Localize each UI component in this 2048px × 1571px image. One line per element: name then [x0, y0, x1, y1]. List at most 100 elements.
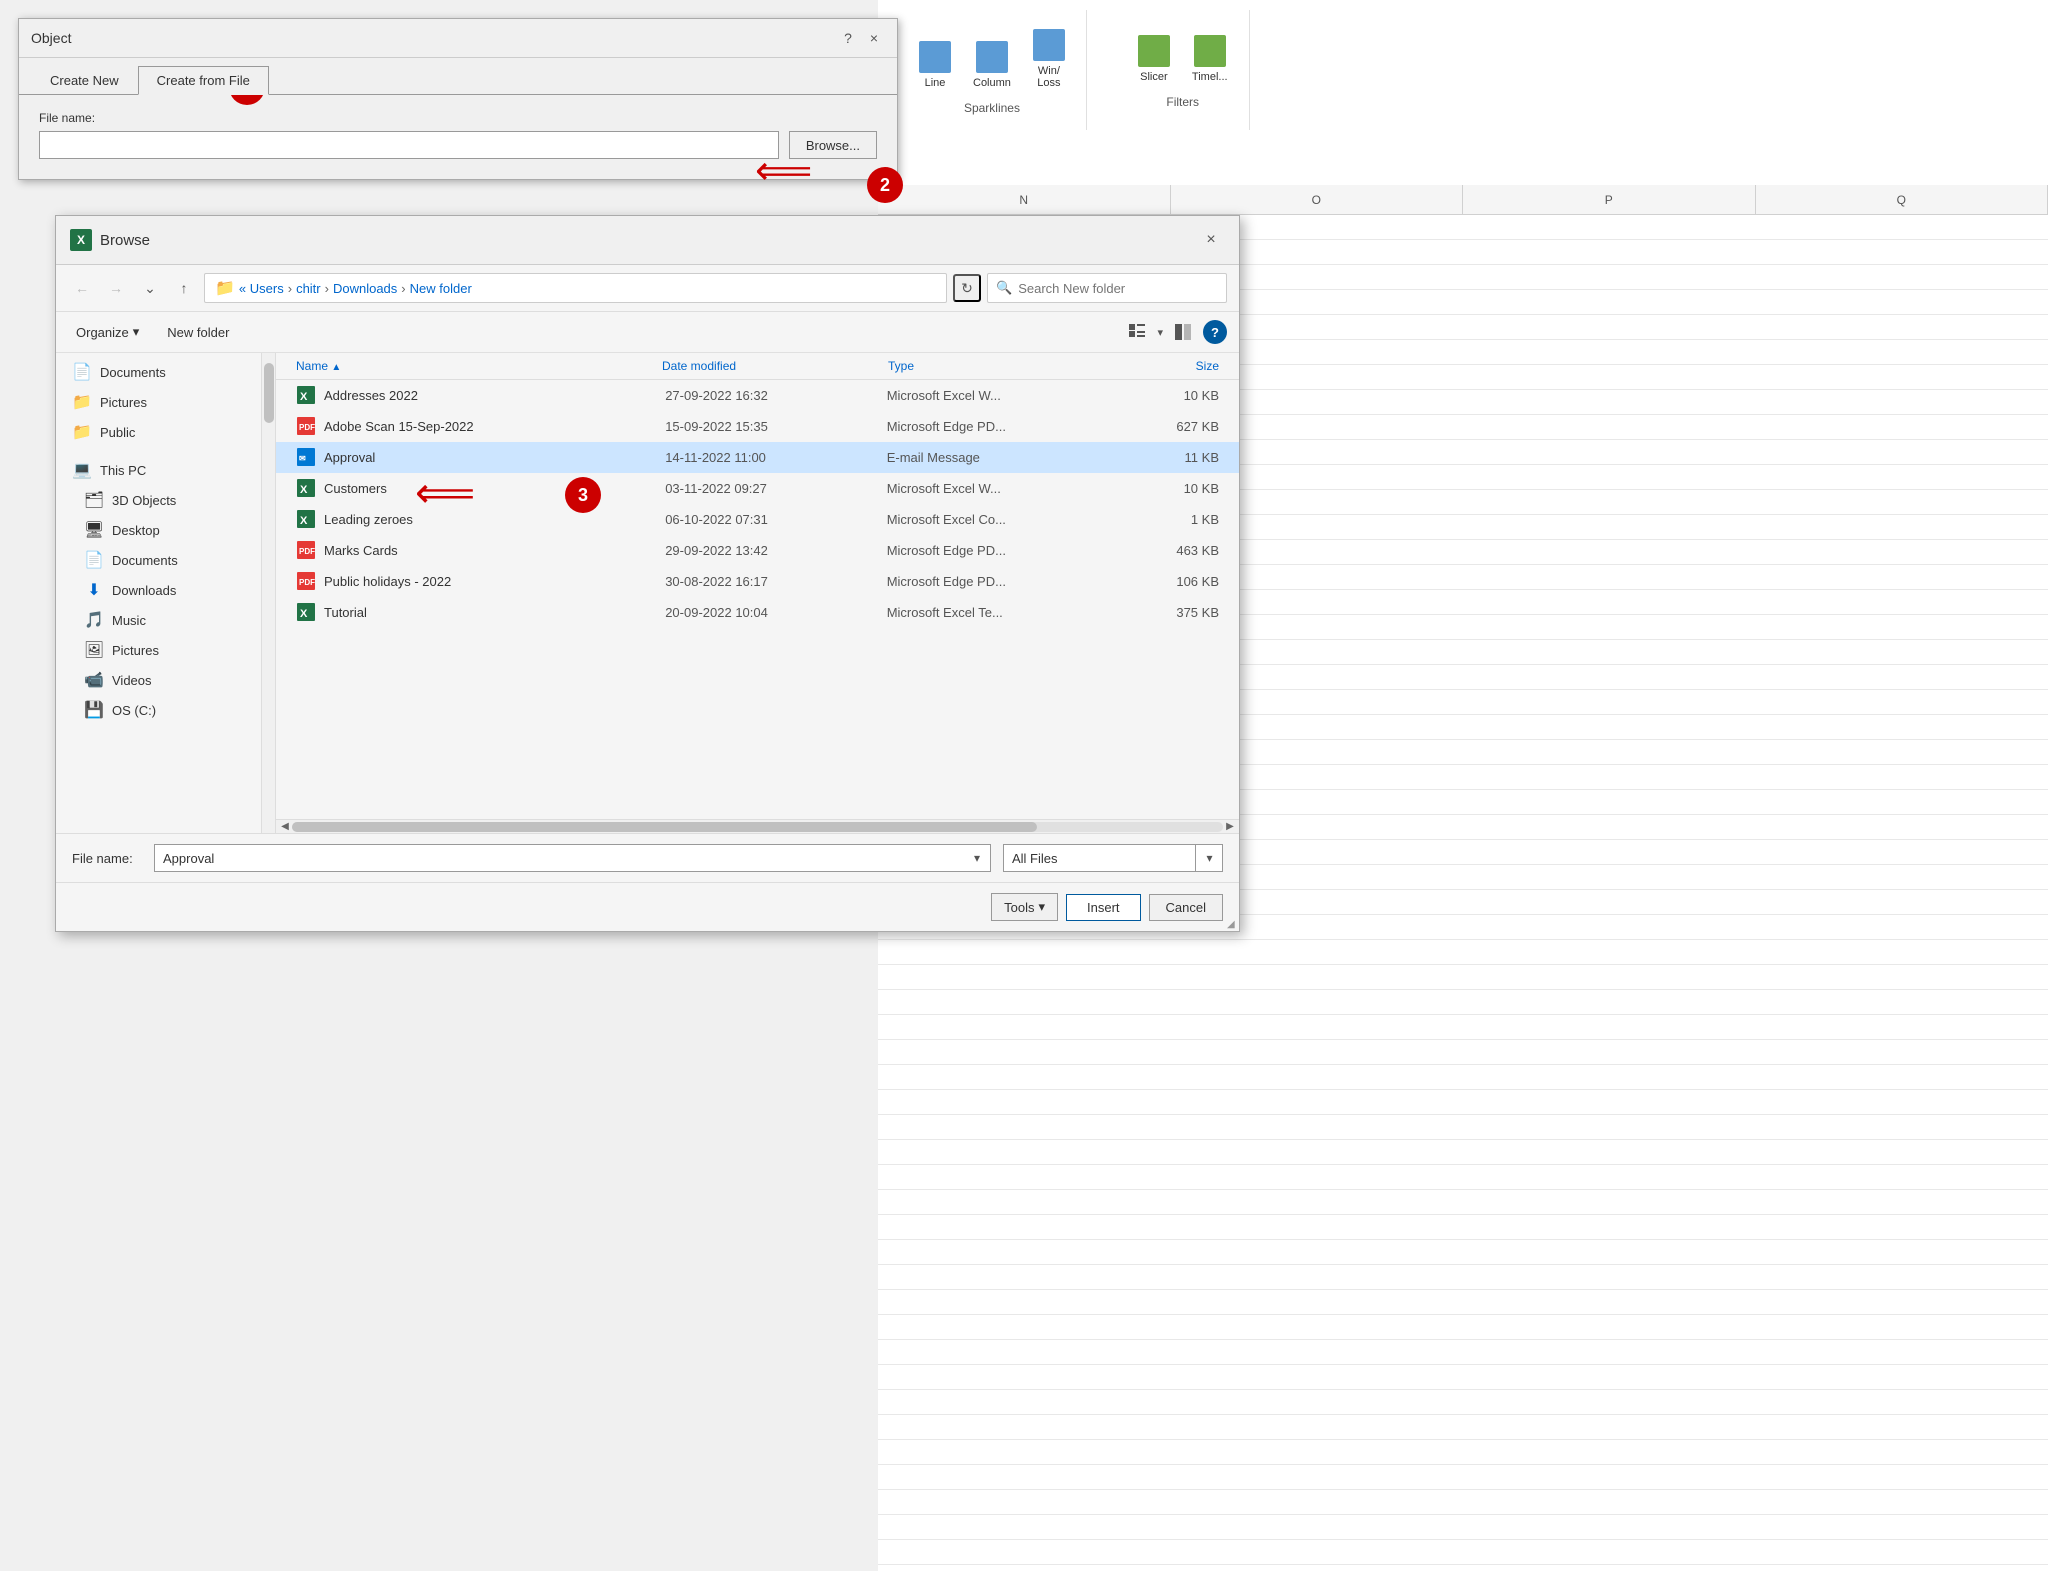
object-dialog-titlebar: Object ? × — [19, 19, 897, 58]
nav-path-part-1[interactable]: « Users — [239, 281, 284, 296]
horizontal-scrollbar[interactable]: ◀ ▶ — [276, 819, 1239, 833]
nav-forward-button[interactable]: → — [102, 274, 130, 302]
svg-text:X: X — [300, 484, 308, 496]
sidebar-item-documents[interactable]: 📄 Documents — [56, 357, 275, 387]
new-folder-button[interactable]: New folder — [159, 321, 237, 344]
tools-button[interactable]: Tools ▾ — [991, 893, 1058, 921]
scroll-left-button[interactable]: ◀ — [278, 821, 292, 833]
nav-up-button[interactable]: ↑ — [170, 274, 198, 302]
view-pane-button[interactable] — [1169, 318, 1197, 346]
winloss-button[interactable]: Win/Loss — [1027, 25, 1071, 93]
tab-create-new[interactable]: Create New — [31, 66, 138, 94]
nav-path-part-3[interactable]: Downloads — [333, 281, 397, 296]
slicer-button[interactable]: Slicer — [1132, 31, 1176, 87]
line-button[interactable]: Line — [913, 37, 957, 93]
scroll-track — [292, 822, 1223, 832]
file-row-adobe[interactable]: PDF Adobe Scan 15-Sep-2022 15-09-2022 15… — [276, 411, 1239, 442]
browse-titlebar: X Browse × — [56, 216, 1239, 265]
organize-button[interactable]: Organize ▾ — [68, 320, 147, 344]
sparklines-label: Sparklines — [964, 101, 1020, 115]
sidebar-item-music[interactable]: 🎵 Music — [56, 605, 275, 635]
svg-text:X: X — [300, 608, 308, 620]
sidebar-item-documents-2[interactable]: 📄 Documents — [56, 545, 275, 575]
sidebar-item-pictures[interactable]: 📁 Pictures — [56, 387, 275, 417]
browse-title-text: Browse — [100, 232, 150, 249]
sidebar-item-downloads[interactable]: ⬇ Downloads — [56, 575, 275, 605]
column-button[interactable]: Column — [967, 37, 1017, 93]
insert-button[interactable]: Insert — [1066, 894, 1141, 921]
file-row-marks-cards[interactable]: PDF Marks Cards 29-09-2022 13:42 Microso… — [276, 535, 1239, 566]
tab-create-from-file[interactable]: Create from File — [138, 66, 269, 95]
file-row-public-holidays[interactable]: PDF Public holidays - 2022 30-08-2022 16… — [276, 566, 1239, 597]
navigation-bar: ← → ⌄ ↑ 📁 « Users › chitr › Downloads › … — [56, 265, 1239, 312]
sidebar-item-desktop[interactable]: 🖥 Desktop — [56, 515, 275, 545]
file-name-public-holidays: PDF Public holidays - 2022 — [296, 571, 665, 591]
file-type-marks-cards: Microsoft Edge PD... — [887, 543, 1109, 558]
tools-dropdown-icon: ▾ — [1038, 899, 1045, 915]
sidebar-item-this-pc[interactable]: 💻 This PC — [56, 455, 275, 485]
sparklines-buttons: Line Column Win/Loss — [913, 25, 1071, 93]
file-name-input[interactable] — [39, 131, 779, 159]
nav-path-part-4[interactable]: New folder — [410, 281, 472, 296]
view-dropdown-icon[interactable]: ▾ — [1157, 326, 1163, 339]
os-icon: 💾 — [84, 700, 104, 720]
col-header-size[interactable]: Size — [1106, 353, 1227, 379]
resize-handle[interactable]: ◢ — [1227, 919, 1239, 931]
sidebar-item-videos[interactable]: 📹 Videos — [56, 665, 275, 695]
timeline-button[interactable]: Timel... — [1186, 31, 1234, 87]
help-button-browse[interactable]: ? — [1203, 320, 1227, 344]
sidebar: 📄 Documents 📁 Pictures 📁 Public 💻 This P… — [56, 353, 276, 833]
svg-text:X: X — [300, 515, 308, 527]
view-list-button[interactable] — [1123, 318, 1151, 346]
xlsx-icon-2: X — [296, 478, 316, 498]
sidebar-item-pictures-2[interactable]: 🖼 Pictures — [56, 635, 275, 665]
sidebar-item-label-desktop: Desktop — [112, 523, 160, 538]
file-type-leading-zeroes: Microsoft Excel Co... — [887, 512, 1109, 527]
nav-down-button[interactable]: ⌄ — [136, 274, 164, 302]
step-badge-3: 3 — [565, 477, 601, 513]
sidebar-item-public[interactable]: 📁 Public — [56, 417, 275, 447]
search-input[interactable] — [1018, 281, 1218, 296]
help-button[interactable]: ? — [837, 27, 859, 49]
bottom-file-type-select[interactable]: All Files — [1003, 844, 1223, 872]
svg-text:PDF: PDF — [299, 578, 315, 587]
close-button[interactable]: × — [863, 27, 885, 49]
sidebar-item-label-public: Public — [100, 425, 135, 440]
public-icon: 📁 — [72, 422, 92, 442]
file-row-tutorial[interactable]: X Tutorial 20-09-2022 10:04 Microsoft Ex… — [276, 597, 1239, 628]
file-size-customers: 10 KB — [1108, 481, 1219, 496]
col-n: N — [878, 185, 1171, 214]
sidebar-item-os-c[interactable]: 💾 OS (C:) — [56, 695, 275, 725]
sidebar-scrollbar[interactable] — [261, 353, 275, 833]
slicer-label: Slicer — [1140, 71, 1168, 83]
col-header-date[interactable]: Date modified — [654, 353, 880, 379]
bottom-file-name-input[interactable] — [154, 844, 991, 872]
sidebar-item-label-3d-objects: 3D Objects — [112, 493, 176, 508]
cancel-button[interactable]: Cancel — [1149, 894, 1223, 921]
file-row-addresses[interactable]: X Addresses 2022 27-09-2022 16:32 Micros… — [276, 380, 1239, 411]
col-header-name[interactable]: Name ▲ — [288, 353, 654, 379]
sidebar-item-3d-objects[interactable]: 🗂 3D Objects — [56, 485, 275, 515]
sidebar-item-label-documents-2: Documents — [112, 553, 178, 568]
browse-arrow: ⟸ — [755, 148, 812, 194]
pdf-icon-1: PDF — [296, 416, 316, 436]
excel-column-headers: N O P Q — [878, 185, 2048, 215]
sidebar-item-label-this-pc: This PC — [100, 463, 146, 478]
file-name-text-public-holidays: Public holidays - 2022 — [324, 574, 451, 589]
sidebar-item-label-music: Music — [112, 613, 146, 628]
3d-objects-icon: 🗂 — [84, 490, 104, 510]
line-label: Line — [925, 77, 946, 89]
nav-path[interactable]: 📁 « Users › chitr › Downloads › New fold… — [204, 273, 947, 303]
nav-path-sep-3: › — [401, 281, 405, 296]
nav-refresh-button[interactable]: ↻ — [953, 274, 981, 302]
browse-close-button[interactable]: × — [1197, 226, 1225, 254]
nav-path-part-2[interactable]: chitr — [296, 281, 321, 296]
bottom-file-dropdown-button[interactable]: ▾ — [963, 844, 991, 872]
excel-icon: X — [70, 229, 92, 251]
file-size-approval: 11 KB — [1108, 450, 1219, 465]
col-header-type[interactable]: Type — [880, 353, 1106, 379]
filters-buttons: Slicer Timel... — [1132, 31, 1234, 87]
nav-back-button[interactable]: ← — [68, 274, 96, 302]
svg-text:✉: ✉ — [299, 454, 306, 463]
scroll-right-button[interactable]: ▶ — [1223, 821, 1237, 833]
